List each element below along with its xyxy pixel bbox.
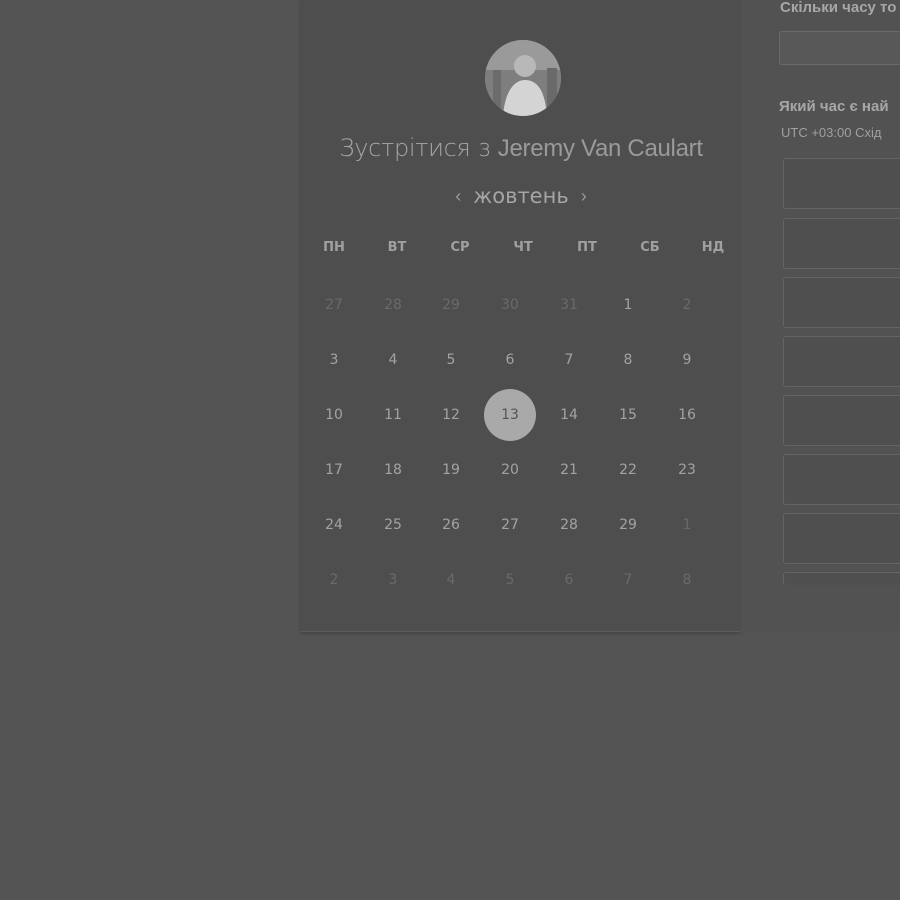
calendar-day[interactable]: 1 [602,279,654,331]
host-name: Jeremy Van Caulart [497,135,703,162]
calendar-day[interactable]: 4 [367,334,419,386]
booking-calendar-card: Зустрітися з Jeremy Van Caulart ‹ жовтен… [301,0,741,632]
host-avatar [485,40,561,116]
calendar-day[interactable]: 7 [543,334,595,386]
weekday-label: ЧТ [513,240,533,255]
calendar-day[interactable]: 27 [484,499,536,551]
calendar-day[interactable]: 24 [308,499,360,551]
time-slot[interactable] [783,513,900,564]
time-slot[interactable] [783,158,900,209]
calendar-day[interactable]: 16 [661,389,713,441]
host-photo [485,40,561,116]
calendar-day[interactable]: 6 [484,334,536,386]
calendar-day-outside: 29 [442,297,460,313]
weekday-label: НД [701,240,725,255]
calendar-day[interactable]: 22 [602,444,654,496]
chevron-right-icon[interactable]: › [569,186,599,207]
chevron-left-icon[interactable]: ‹ [443,186,473,207]
calendar-day[interactable]: 17 [308,444,360,496]
calendar-day[interactable]: 5 [425,334,477,386]
calendar-day-outside: 8 [682,572,692,588]
calendar-day[interactable]: 18 [367,444,419,496]
time-slot[interactable] [783,218,900,269]
page-title: Зустрітися з Jeremy Van Caulart [301,134,741,163]
calendar-day-outside: 27 [325,297,343,313]
current-month: жовтень [473,184,569,208]
calendar-day[interactable]: 15 [602,389,654,441]
calendar-day[interactable]: 19 [425,444,477,496]
calendar-day[interactable]: 28 [543,499,595,551]
time-slot[interactable] [783,277,900,328]
weekday-label: ВТ [387,240,407,255]
weekday-label: ПТ [577,240,597,255]
month-navigation: ‹ жовтень › [301,180,741,212]
calendar-day-outside: 6 [564,572,574,588]
calendar-day-outside: 2 [682,297,692,313]
calendar-day-outside: 4 [446,572,456,588]
calendar-day[interactable]: 11 [367,389,419,441]
time-slot[interactable] [783,454,900,505]
calendar-day-outside: 31 [560,297,578,313]
time-slot[interactable] [783,572,900,585]
calendar-day-outside: 2 [329,572,339,588]
weekday-label: СБ [640,240,660,255]
calendar-day[interactable]: 21 [543,444,595,496]
weekday-header: ПН ВТ СР ЧТ ПТ СБ НД [301,240,741,262]
calendar-day[interactable]: 9 [661,334,713,386]
calendar-day[interactable]: 12 [425,389,477,441]
time-selection-panel: Скільки часу то Який час є най UTC +03:0… [741,0,900,631]
timezone-label: UTC +03:00 Схід [781,125,882,140]
calendar-day-outside: 3 [388,572,398,588]
duration-question: Скільки часу то [780,0,897,16]
calendar-day[interactable]: 29 [602,499,654,551]
calendar-day[interactable]: 26 [425,499,477,551]
calendar-day[interactable]: 8 [602,334,654,386]
calendar-day[interactable]: 25 [367,499,419,551]
calendar-day-selected[interactable]: 13 [484,389,536,441]
calendar-day-outside: 30 [501,297,519,313]
calendar-day[interactable]: 10 [308,389,360,441]
calendar-day-outside: 28 [384,297,402,313]
calendar-day[interactable]: 3 [308,334,360,386]
time-slot[interactable] [783,395,900,446]
calendar-day-outside: 5 [505,572,515,588]
calendar-day[interactable]: 14 [543,389,595,441]
calendar-day[interactable]: 23 [661,444,713,496]
title-prefix: Зустрітися з [339,134,491,162]
calendar-day[interactable]: 20 [484,444,536,496]
time-question: Який час є най [779,98,889,115]
time-slot[interactable] [783,336,900,387]
weekday-label: ПН [323,240,345,255]
weekday-label: СР [450,240,470,255]
calendar-day-outside: 1 [682,517,692,533]
calendar-day-outside: 7 [623,572,633,588]
duration-select[interactable] [779,31,900,65]
